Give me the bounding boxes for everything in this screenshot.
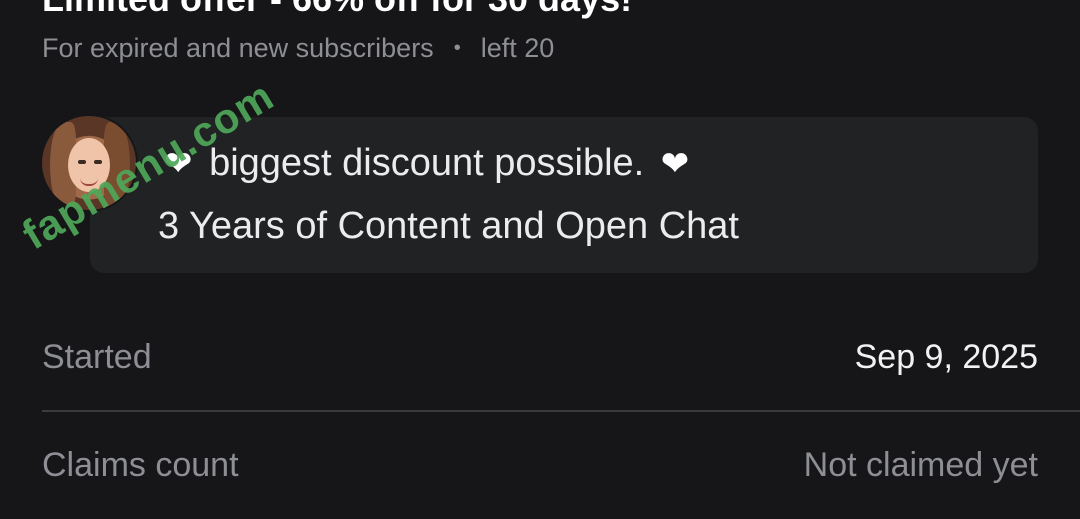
claims-value: Not claimed yet [803, 445, 1038, 484]
avatar-eye [78, 160, 86, 164]
claims-label: Claims count [42, 445, 239, 484]
message-line-1: ❤ biggest discount possible. ❤ [158, 142, 695, 185]
started-value: Sep 9, 2025 [854, 337, 1038, 376]
separator-dot: • [453, 37, 461, 59]
message-line-2: 3 Years of Content and Open Chat [158, 205, 739, 247]
heart-icon: ❤ [660, 145, 690, 183]
message-line-1-text: biggest discount possible. [209, 142, 645, 184]
avatar-eye [94, 160, 102, 164]
started-label: Started [42, 337, 152, 376]
offer-audience: For expired and new subscribers [42, 33, 434, 63]
offer-remaining: left 20 [480, 33, 555, 63]
claims-row: Claims count Not claimed yet [42, 442, 1038, 488]
offer-meta: For expired and new subscribers • left 2… [42, 33, 554, 64]
started-row: Started Sep 9, 2025 [42, 334, 1038, 380]
divider [42, 410, 1080, 412]
offer-title: Limited offer - 66% off for 30 days! [42, 0, 632, 20]
